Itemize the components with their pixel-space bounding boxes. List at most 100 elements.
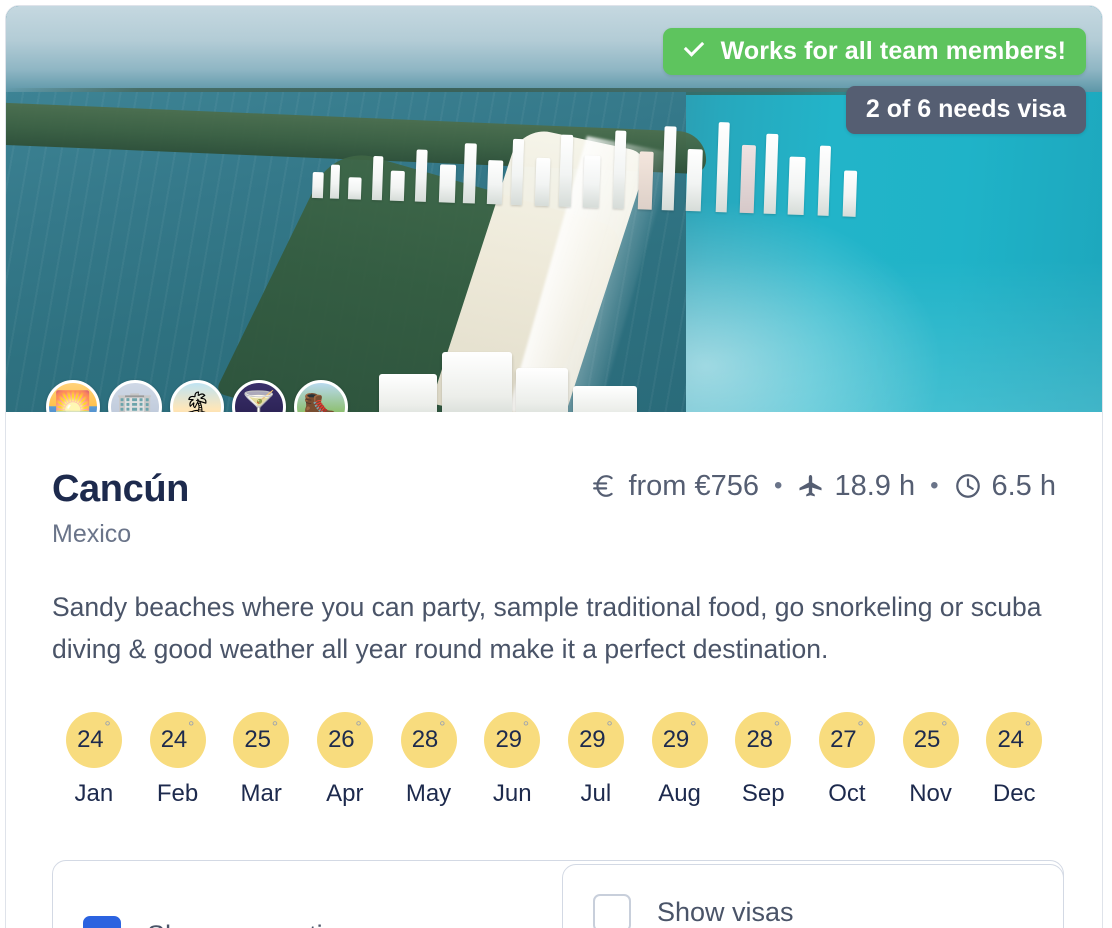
hero-image: Works for all team members! 2 of 6 needs… [6, 6, 1102, 412]
check-icon [681, 38, 707, 64]
weather-month-label: Jun [492, 780, 532, 808]
screen: Works for all team members! 2 of 6 needs… [0, 0, 1112, 928]
destination-meta: from €756 • 18.9 h • 6.5 h [590, 470, 1056, 503]
weather-month-jul: 29 ° Jul [554, 712, 638, 808]
country-label: Mexico [52, 520, 132, 548]
weather-temp-value: 26 [328, 726, 355, 754]
avatar-sunrise-glyph: 🌅 [54, 391, 92, 413]
weather-month-label: Jan [74, 780, 114, 808]
degree-symbol: ° [355, 719, 362, 737]
weather-temp-circle: 26 ° [316, 712, 373, 769]
weather-temp-circle: 29 ° [651, 712, 708, 769]
monthly-weather-strip: 24 ° Jan 24 ° Feb 25 ° Mar 26 ° Apr 28 ° Ma [52, 712, 1056, 808]
weather-temp-circle: 24 ° [149, 712, 206, 769]
visa-requirement-label: 2 of 6 needs visa [865, 95, 1066, 123]
weather-temp-value: 29 [495, 726, 522, 754]
meta-separator-2: • [930, 472, 939, 499]
clock-icon [954, 472, 982, 500]
weather-temp-circle: 28 ° [735, 712, 792, 769]
weather-temp-circle: 29 ° [567, 712, 624, 769]
show-visas-panel[interactable]: Show visas [562, 864, 1064, 928]
avatar-city[interactable]: 🏢 [108, 380, 162, 412]
weather-temp-value: 25 [913, 726, 941, 754]
degree-symbol: ° [773, 719, 780, 737]
destination-card: Works for all team members! 2 of 6 needs… [5, 5, 1103, 928]
traveler-avatars: 🌅 🏢 🏝 🍸 🥾 [46, 380, 356, 412]
price-label: from €756 [628, 469, 760, 502]
weather-temp-value: 29 [579, 726, 606, 754]
weather-temp-circle: 29 ° [484, 712, 541, 769]
plane-icon [797, 473, 824, 500]
weather-month-may: 28 ° May [387, 712, 471, 808]
degree-symbol: ° [1024, 719, 1031, 737]
weather-month-label: Aug [658, 780, 701, 808]
show-connections-label: Show connections [147, 920, 366, 928]
weather-temp-value: 24 [77, 726, 104, 754]
team-compatibility-label: Works for all team members! [720, 36, 1066, 65]
meta-separator-1: • [774, 472, 783, 499]
weather-month-label: Sep [741, 780, 785, 808]
avatar-hiker[interactable]: 🥾 [294, 380, 348, 412]
weather-temp-value: 28 [411, 726, 439, 754]
title-block: Cancún Mexico [52, 468, 189, 549]
weather-month-label: Nov [909, 780, 952, 808]
visa-requirement-badge: 2 of 6 needs visa [845, 86, 1086, 134]
timezone-meta: 6.5 h [954, 469, 1057, 503]
avatar-hiker-glyph: 🥾 [302, 391, 340, 413]
degree-symbol: ° [690, 719, 697, 737]
weather-month-apr: 26 ° Apr [303, 712, 387, 808]
flight-label: 18.9 h [834, 469, 916, 502]
weather-month-label: Feb [156, 780, 199, 808]
degree-symbol: ° [522, 719, 529, 737]
weather-month-oct: 27 ° Oct [805, 712, 889, 808]
hero-hotel-zone-buildings [300, 68, 907, 219]
avatar-city-glyph: 🏢 [116, 391, 154, 413]
degree-symbol: ° [104, 719, 111, 737]
avatar-beach-glyph: 🏝 [177, 391, 217, 413]
destination-description: Sandy beaches where you can party, sampl… [52, 592, 1042, 664]
avatar-cocktail[interactable]: 🍸 [232, 380, 286, 412]
weather-month-label: May [405, 780, 452, 808]
weather-month-feb: 24 ° Feb [136, 712, 220, 808]
hero-foreground-resorts [368, 306, 653, 412]
weather-temp-value: 29 [662, 726, 690, 754]
title-row: Cancún Mexico from €756 • 18.9 h • 6.5 h [52, 468, 1056, 549]
show-connections-checkbox[interactable] [83, 916, 121, 928]
weather-month-mar: 25 ° Mar [219, 712, 303, 808]
weather-month-aug: 29 ° Aug [638, 712, 722, 808]
degree-symbol: ° [188, 719, 195, 737]
weather-month-nov: 25 ° Nov [889, 712, 973, 808]
degree-symbol: ° [941, 719, 948, 737]
weather-temp-circle: 27 ° [818, 712, 875, 769]
weather-temp-value: 24 [160, 726, 188, 754]
team-compatibility-badge: Works for all team members! [662, 28, 1086, 75]
avatar-beach[interactable]: 🏝 [170, 380, 224, 412]
weather-month-sep: 28 ° Sep [721, 712, 805, 808]
toggle-panels: Show connections Show visas [52, 855, 1064, 928]
avatar-sunrise[interactable]: 🌅 [46, 380, 100, 412]
weather-temp-circle: 24 ° [986, 712, 1043, 769]
price-meta: from €756 [590, 470, 759, 503]
degree-symbol: ° [606, 719, 613, 737]
show-visas-checkbox[interactable] [593, 893, 631, 928]
weather-month-label: Mar [240, 780, 282, 808]
weather-temp-circle: 25 ° [233, 712, 290, 769]
weather-temp-value: 27 [830, 726, 857, 754]
degree-symbol: ° [271, 719, 278, 737]
avatar-cocktail-glyph: 🍸 [240, 391, 278, 413]
degree-symbol: ° [857, 719, 864, 737]
timezone-label: 6.5 h [991, 469, 1057, 502]
weather-temp-value: 24 [997, 726, 1024, 754]
show-visas-label: Show visas [657, 897, 794, 928]
card-content: Cancún Mexico from €756 • 18.9 h • 6.5 h… [6, 412, 1102, 928]
weather-month-jan: 24 ° Jan [52, 712, 136, 808]
euro-icon [590, 471, 618, 501]
weather-temp-circle: 25 ° [902, 712, 959, 769]
weather-month-jun: 29 ° Jun [470, 712, 554, 808]
flight-meta: 18.9 h [797, 470, 915, 503]
weather-month-label: Dec [992, 780, 1036, 808]
weather-month-label: Apr [326, 780, 364, 808]
page-title: Cancún [52, 468, 189, 510]
weather-month-label: Oct [828, 780, 866, 808]
weather-month-dec: 24 ° Dec [972, 712, 1056, 808]
